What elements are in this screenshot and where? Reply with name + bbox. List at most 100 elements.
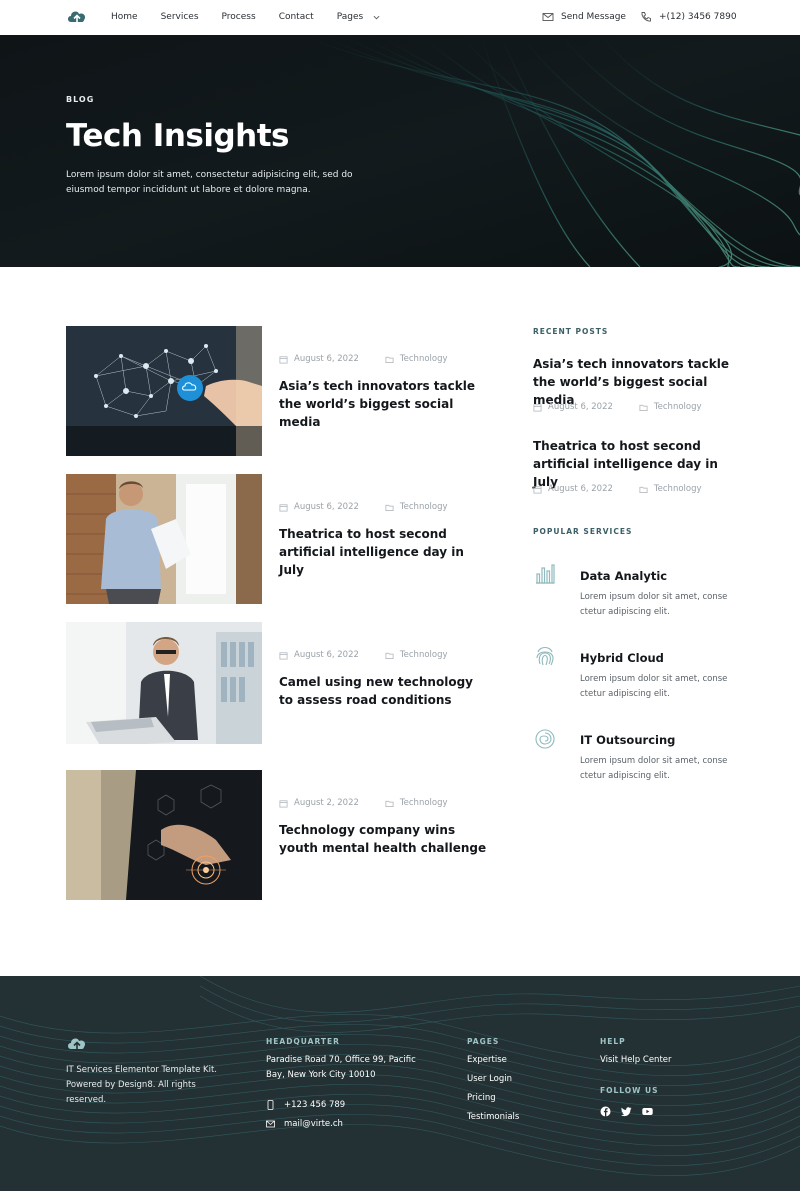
footer-email-label: mail@virte.ch — [284, 1119, 343, 1129]
facebook-icon[interactable] — [600, 1102, 611, 1117]
social-links — [600, 1102, 653, 1117]
post-card[interactable]: August 2, 2022 Technology Technology com… — [66, 770, 496, 900]
twitter-icon[interactable] — [621, 1102, 632, 1117]
footer-about: IT Services Elementor Template Kit. Powe… — [66, 1065, 217, 1105]
post-card[interactable]: August 6, 2022 Technology Theatrica to h… — [66, 474, 496, 604]
recent-post-title[interactable]: Asia’s tech innovators tackle the world’… — [533, 355, 738, 409]
footer-link-user-login[interactable]: User Login — [467, 1074, 512, 1084]
post-date-label: August 6, 2022 — [294, 502, 359, 512]
post-thumbnail[interactable] — [66, 622, 262, 752]
post-category[interactable]: Technology — [385, 502, 448, 512]
chevron-down-icon — [373, 15, 380, 19]
calendar-icon — [279, 651, 288, 659]
post-date: August 6, 2022 — [279, 650, 359, 660]
footer-email[interactable]: mail@virte.ch — [266, 1119, 343, 1129]
service-description: Lorem ipsum dolor sit amet, conse ctetur… — [580, 592, 728, 617]
post-date: August 2, 2022 — [279, 798, 359, 808]
menu-process[interactable]: Process — [222, 11, 256, 23]
post-date: August 6, 2022 — [533, 484, 613, 494]
post-thumbnail[interactable] — [66, 770, 262, 900]
service-description: Lorem ipsum dolor sit amet, conse ctetur… — [580, 756, 728, 781]
calendar-icon — [533, 403, 542, 411]
post-title[interactable]: Technology company wins youth mental hea… — [279, 821, 489, 857]
network-hand-image — [66, 326, 262, 456]
post-title[interactable]: Theatrica to host second artificial inte… — [279, 525, 489, 579]
footer-link-testimonials[interactable]: Testimonials — [467, 1112, 519, 1122]
mobile-phone-icon — [267, 1100, 274, 1110]
man-reading-paper-image — [66, 474, 262, 604]
post-category-label: Technology — [653, 484, 702, 494]
help-center-link[interactable]: Visit Help Center — [600, 1055, 672, 1065]
top-navbar: Home Services Process Contact Pages Send… — [0, 0, 800, 35]
bar-chart-icon — [536, 564, 555, 584]
service-name[interactable]: Hybrid Cloud — [580, 651, 664, 665]
folder-icon — [385, 356, 394, 363]
post-date-label: August 2, 2022 — [294, 798, 359, 808]
folder-icon — [639, 404, 648, 411]
post-title[interactable]: Asia’s tech innovators tackle the world’… — [279, 377, 489, 431]
cloud-upload-icon[interactable] — [66, 1035, 88, 1053]
post-category-label: Technology — [399, 354, 448, 364]
menu-services[interactable]: Services — [161, 11, 199, 23]
recent-post-meta: August 6, 2022 Technology — [533, 402, 702, 412]
post-card[interactable]: August 6, 2022 Technology Asia’s tech in… — [66, 326, 496, 456]
folder-icon — [385, 800, 394, 807]
recent-posts-heading: RECENT POSTS — [533, 327, 609, 336]
phone-link[interactable]: +(12) 3456 7890 — [640, 11, 737, 23]
post-thumbnail[interactable] — [66, 474, 262, 604]
phone-icon — [641, 12, 651, 22]
hero-banner: BLOG Tech Insights Lorem ipsum dolor sit… — [0, 35, 800, 267]
footer-phone[interactable]: +123 456 789 — [266, 1100, 345, 1110]
post-category[interactable]: Technology — [385, 798, 448, 808]
youtube-icon[interactable] — [642, 1102, 653, 1115]
service-name[interactable]: IT Outsourcing — [580, 733, 675, 747]
recent-post-title[interactable]: Theatrica to host second artificial inte… — [533, 437, 738, 491]
help-heading: HELP — [600, 1037, 626, 1046]
post-category[interactable]: Technology — [639, 484, 702, 494]
post-thumbnail[interactable] — [66, 326, 262, 456]
calendar-icon — [279, 355, 288, 363]
headquarter-heading: HEADQUARTER — [266, 1037, 340, 1046]
main-menu: Home Services Process Contact Pages — [111, 11, 403, 23]
envelope-icon — [542, 13, 554, 21]
folder-icon — [385, 652, 394, 659]
post-date-label: August 6, 2022 — [294, 354, 359, 364]
post-category[interactable]: Technology — [639, 402, 702, 412]
footer-link-pricing[interactable]: Pricing — [467, 1093, 496, 1103]
post-category-label: Technology — [399, 798, 448, 808]
man-laptop-image — [66, 622, 262, 752]
post-meta: August 6, 2022 Technology — [279, 650, 448, 660]
footer: IT Services Elementor Template Kit. Powe… — [0, 976, 800, 1191]
service-description: Lorem ipsum dolor sit amet, conse ctetur… — [580, 674, 728, 699]
folder-icon — [385, 504, 394, 511]
pages-heading: PAGES — [467, 1037, 500, 1046]
fingerprint-icon — [536, 646, 554, 666]
footer-address: Paradise Road 70, Office 99, Pacific Bay… — [266, 1055, 416, 1080]
post-meta: August 6, 2022 Technology — [279, 502, 448, 512]
post-meta: August 6, 2022 Technology — [279, 354, 448, 364]
post-category-label: Technology — [653, 402, 702, 412]
menu-pages[interactable]: Pages — [337, 11, 380, 23]
calendar-icon — [279, 503, 288, 511]
post-category[interactable]: Technology — [385, 650, 448, 660]
popular-services-heading: POPULAR SERVICES — [533, 527, 633, 536]
menu-contact[interactable]: Contact — [279, 11, 314, 23]
hand-hologram-image — [66, 770, 262, 900]
post-meta: August 2, 2022 Technology — [279, 798, 448, 808]
calendar-icon — [279, 799, 288, 807]
send-message-link[interactable]: Send Message — [542, 11, 626, 23]
recent-post-meta: August 6, 2022 Technology — [533, 484, 702, 494]
post-category[interactable]: Technology — [385, 354, 448, 364]
post-date: August 6, 2022 — [533, 402, 613, 412]
post-title[interactable]: Camel using new technology to assess roa… — [279, 673, 489, 709]
spiral-icon — [535, 729, 555, 749]
cloud-upload-icon[interactable] — [66, 8, 88, 26]
send-message-label: Send Message — [561, 12, 626, 22]
post-category-label: Technology — [399, 502, 448, 512]
menu-home[interactable]: Home — [111, 11, 138, 23]
service-name[interactable]: Data Analytic — [580, 569, 667, 583]
hero-kicker: BLOG — [66, 95, 95, 104]
post-card[interactable]: August 6, 2022 Technology Camel using ne… — [66, 622, 496, 752]
post-date-label: August 6, 2022 — [294, 650, 359, 660]
footer-link-expertise[interactable]: Expertise — [467, 1055, 507, 1065]
